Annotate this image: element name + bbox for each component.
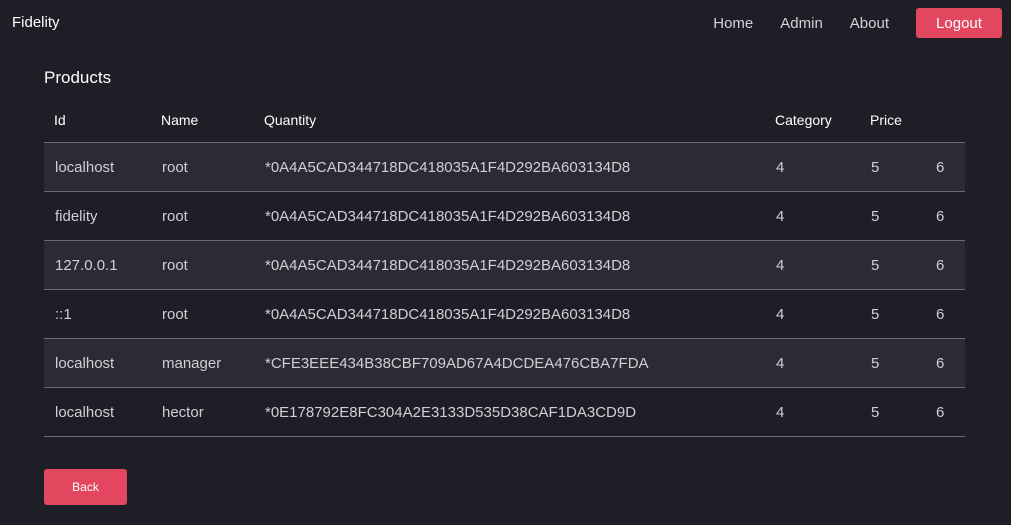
cell-price: 5 [860,289,925,339]
cell-price: 5 [860,240,925,290]
cell-extra: 6 [925,142,965,192]
cell-category: 4 [765,240,860,290]
cell-name: root [151,191,254,241]
cell-id: ::1 [44,289,151,339]
logout-button[interactable]: Logout [916,8,1002,38]
cell-quantity: *0A4A5CAD344718DC418035A1F4D292BA603134D… [254,191,765,241]
nav-link-home[interactable]: Home [713,15,753,32]
cell-name: root [151,240,254,290]
cell-id: fidelity [44,191,151,241]
column-header-price: Price [860,98,925,143]
cell-price: 5 [860,191,925,241]
table-row: ::1 root *0A4A5CAD344718DC418035A1F4D292… [44,289,965,339]
cell-id: localhost [44,142,151,192]
cell-category: 4 [765,142,860,192]
cell-category: 4 [765,191,860,241]
column-header-quantity: Quantity [254,98,765,143]
cell-quantity: *0E178792E8FC304A2E3133D535D38CAF1DA3CD9… [254,387,765,437]
table-row: fidelity root *0A4A5CAD344718DC418035A1F… [44,191,965,241]
page-title: Products [44,68,112,87]
nav-link-about[interactable]: About [850,15,889,32]
cell-category: 4 [765,387,860,437]
brand-name[interactable]: Fidelity [12,14,60,31]
cell-name: root [151,289,254,339]
nav-link-admin[interactable]: Admin [780,15,823,32]
column-header-id: Id [44,98,151,143]
cell-name: root [151,142,254,192]
products-table: Id Name Quantity Category Price localhos… [44,98,965,437]
cell-price: 5 [860,338,925,388]
cell-price: 5 [860,387,925,437]
navbar: Fidelity Home Admin About Logout [0,0,1011,46]
cell-id: 127.0.0.1 [44,240,151,290]
cell-extra: 6 [925,289,965,339]
cell-quantity: *0A4A5CAD344718DC418035A1F4D292BA603134D… [254,289,765,339]
cell-category: 4 [765,289,860,339]
cell-category: 4 [765,338,860,388]
cell-extra: 6 [925,240,965,290]
column-header-extra [925,98,965,143]
cell-id: localhost [44,387,151,437]
cell-quantity: *CFE3EEE434B38CBF709AD67A4DCDEA476CBA7FD… [254,338,765,388]
cell-name: manager [151,338,254,388]
table-row: localhost manager *CFE3EEE434B38CBF709AD… [44,338,965,388]
cell-extra: 6 [925,191,965,241]
table-row: 127.0.0.1 root *0A4A5CAD344718DC418035A1… [44,240,965,290]
cell-id: localhost [44,338,151,388]
cell-price: 5 [860,142,925,192]
column-header-name: Name [151,98,254,143]
nav-links: Home Admin About Logout [713,0,1011,46]
table-header-row: Id Name Quantity Category Price [44,98,965,143]
table-row: localhost hector *0E178792E8FC304A2E3133… [44,387,965,437]
column-header-category: Category [765,98,860,143]
cell-extra: 6 [925,338,965,388]
cell-extra: 6 [925,387,965,437]
cell-quantity: *0A4A5CAD344718DC418035A1F4D292BA603134D… [254,142,765,192]
products-table-container: Id Name Quantity Category Price localhos… [44,98,965,437]
cell-name: hector [151,387,254,437]
back-button[interactable]: Back [44,469,127,505]
cell-quantity: *0A4A5CAD344718DC418035A1F4D292BA603134D… [254,240,765,290]
table-row: localhost root *0A4A5CAD344718DC418035A1… [44,142,965,192]
